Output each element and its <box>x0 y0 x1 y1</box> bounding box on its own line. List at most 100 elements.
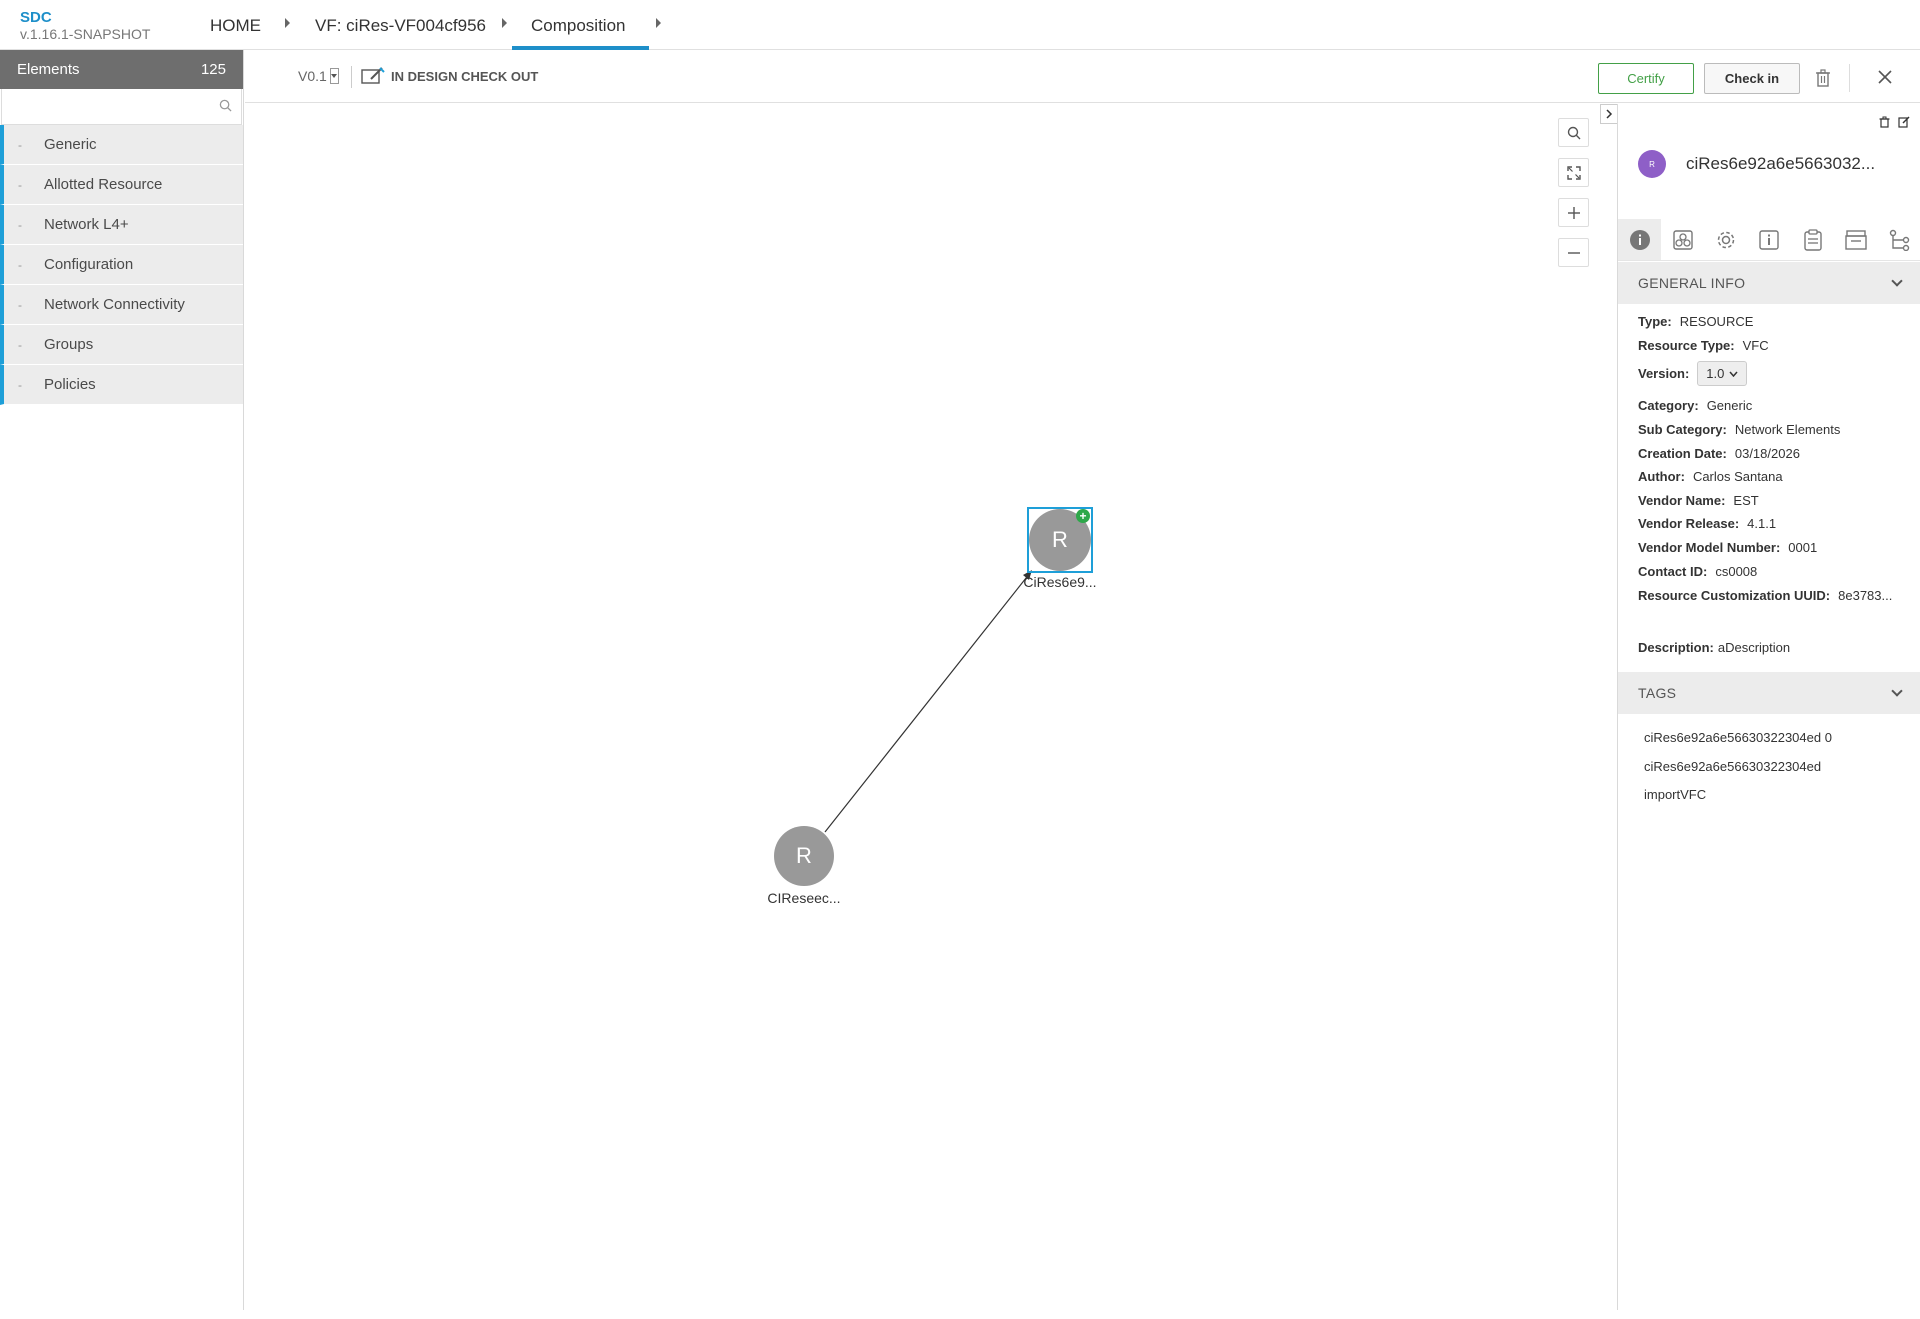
collapse-dash-icon: - <box>18 297 22 312</box>
info-vendor-model-number: Vendor Model Number: 0001 <box>1638 540 1817 555</box>
clipboard-icon <box>1804 228 1822 251</box>
divider <box>351 66 352 88</box>
elements-category-allotted-resource[interactable]: - Allotted Resource <box>0 165 243 205</box>
app-version: v.1.16.1-SNAPSHOT <box>20 26 151 42</box>
info-author: Author: Carlos Santana <box>1638 469 1783 484</box>
field-label: Resource Type: <box>1638 338 1735 353</box>
tab-general-info[interactable] <box>1618 219 1662 260</box>
node-label: CIReseec... <box>767 890 841 906</box>
tags-section-header[interactable]: TAGS <box>1618 672 1920 714</box>
info-type: Type: RESOURCE <box>1638 314 1753 329</box>
section-title: TAGS <box>1638 685 1677 701</box>
lifecycle-status: IN DESIGN CHECK OUT <box>361 67 538 85</box>
field-value: cs0008 <box>1715 564 1758 579</box>
top-navigation: SDC v.1.16.1-SNAPSHOT HOME VF: ciRes-VF0… <box>0 0 1920 50</box>
tab-properties[interactable] <box>1705 219 1748 260</box>
elements-header: Elements 125 <box>0 50 243 89</box>
info-contact-id: Contact ID: cs0008 <box>1638 564 1757 579</box>
version-value: V0.1 <box>298 68 327 84</box>
elements-panel: Elements 125 - Generic - Allotted Resour… <box>0 50 244 1310</box>
artifact-icon <box>1673 229 1693 250</box>
field-value: 03/18/2026 <box>1734 446 1800 461</box>
caret-down-icon[interactable] <box>329 68 339 84</box>
field-label: Author: <box>1638 469 1685 484</box>
elements-category-configuration[interactable]: - Configuration <box>0 245 243 285</box>
collapse-dash-icon: - <box>18 257 22 272</box>
close-icon[interactable] <box>1878 70 1892 84</box>
gear-icon <box>1717 231 1735 248</box>
info-vendor-release: Vendor Release: 4.1.1 <box>1638 516 1776 531</box>
collapse-dash-icon: - <box>18 217 22 232</box>
breadcrumb-vf[interactable]: VF: ciRes-VF004cf956 <box>315 16 486 36</box>
avatar-letter: R <box>1649 159 1655 169</box>
chevron-down-icon <box>1891 685 1903 697</box>
certify-button[interactable]: Certify <box>1598 63 1694 94</box>
field-value: VFC <box>1742 338 1769 353</box>
field-value: Generic <box>1706 398 1753 413</box>
field-label: Type: <box>1638 314 1672 329</box>
field-value: 0001 <box>1788 540 1818 555</box>
breadcrumb-composition[interactable]: Composition <box>531 16 626 36</box>
tag-item: ciRes6e92a6e56630322304ed <box>1644 759 1822 774</box>
collapse-panel-button[interactable] <box>1600 104 1618 124</box>
chevron-down-icon <box>1729 371 1738 377</box>
field-label: Vendor Model Number: <box>1638 540 1781 555</box>
collapse-dash-icon: - <box>18 137 22 152</box>
category-label: Network Connectivity <box>44 296 185 313</box>
field-label: Sub Category: <box>1638 422 1727 437</box>
divider <box>1849 64 1850 92</box>
info-vendor-name: Vendor Name: EST <box>1638 493 1759 508</box>
add-plus-icon[interactable]: + <box>1076 509 1090 523</box>
version-dropdown[interactable]: 1.0 <box>1697 361 1748 386</box>
checkout-edit-icon <box>361 67 385 84</box>
field-value: EST <box>1733 493 1759 508</box>
search-icon[interactable] <box>219 99 232 112</box>
component-node[interactable]: R <box>774 826 834 886</box>
tab-inputs[interactable] <box>1834 219 1877 260</box>
check-in-button[interactable]: Check in <box>1704 63 1800 94</box>
elements-search <box>1 89 242 125</box>
field-label: Contact ID: <box>1638 564 1708 579</box>
breadcrumb-arrow-icon[interactable] <box>285 18 290 28</box>
field-label: Vendor Name: <box>1638 493 1726 508</box>
details-tabs <box>1618 219 1920 261</box>
tab-composition-graph[interactable] <box>1878 219 1920 260</box>
category-label: Policies <box>44 376 96 393</box>
category-label: Network L4+ <box>44 216 129 233</box>
elements-search-input[interactable] <box>1 89 242 125</box>
field-value: 4.1.1 <box>1747 516 1777 531</box>
tag-item: ciRes6e92a6e56630322304ed 0 <box>1644 730 1832 745</box>
tab-information[interactable] <box>1748 219 1791 260</box>
trash-icon[interactable] <box>1815 69 1831 87</box>
tab-deployment-artifacts[interactable] <box>1661 219 1704 260</box>
chevron-down-icon <box>1891 275 1903 287</box>
edit-icon[interactable] <box>1898 116 1910 128</box>
archive-icon <box>1845 229 1867 250</box>
relation-link[interactable] <box>245 104 1615 1310</box>
elements-category-generic[interactable]: - Generic <box>0 125 243 165</box>
composition-canvas[interactable]: R + CiRes6e9... R CIReseec... <box>245 104 1615 1310</box>
breadcrumb-arrow-icon[interactable] <box>656 18 661 28</box>
version-select[interactable]: V0.1 <box>298 68 339 84</box>
node-label: CiRes6e9... <box>1023 574 1097 590</box>
breadcrumb-home[interactable]: HOME <box>210 16 261 36</box>
field-value: RESOURCE <box>1679 314 1754 329</box>
elements-category-network-l4[interactable]: - Network L4+ <box>0 205 243 245</box>
field-label: Vendor Release: <box>1638 516 1740 531</box>
trash-icon[interactable] <box>1879 116 1890 128</box>
field-label: Creation Date: <box>1638 446 1727 461</box>
general-info-section-header[interactable]: GENERAL INFO <box>1618 262 1920 304</box>
elements-category-policies[interactable]: - Policies <box>0 365 243 405</box>
brand[interactable]: SDC v.1.16.1-SNAPSHOT <box>20 9 150 42</box>
elements-category-network-connectivity[interactable]: - Network Connectivity <box>0 285 243 325</box>
info-outline-icon <box>1759 229 1780 250</box>
status-text: IN DESIGN CHECK OUT <box>391 68 539 84</box>
component-avatar: R <box>1638 150 1666 178</box>
tab-requirements[interactable] <box>1791 219 1834 260</box>
elements-category-groups[interactable]: - Groups <box>0 325 243 365</box>
app-name: SDC <box>20 9 52 26</box>
breadcrumb-arrow-icon[interactable] <box>502 18 507 28</box>
component-title: ciRes6e92a6e5663032... <box>1686 154 1876 173</box>
section-title: GENERAL INFO <box>1638 275 1746 291</box>
collapse-dash-icon: - <box>18 177 22 192</box>
